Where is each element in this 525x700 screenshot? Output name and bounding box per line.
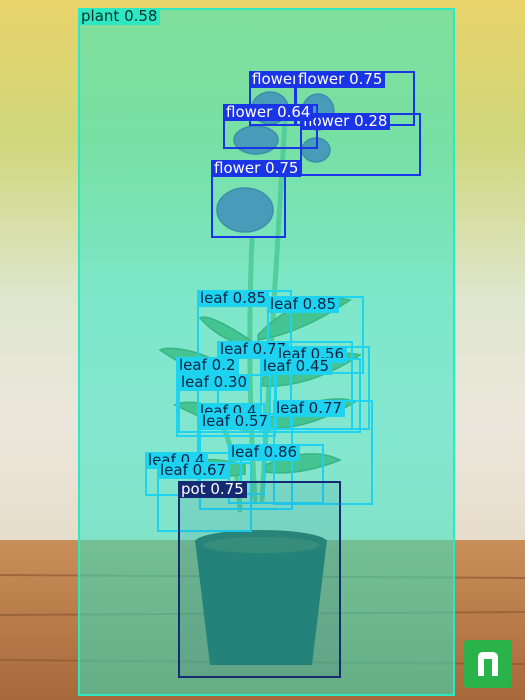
- class-name: leaf: [179, 356, 207, 374]
- leaf-detection-label: leaf 0.30: [178, 373, 251, 391]
- class-name: leaf: [263, 357, 291, 375]
- class-name: leaf: [200, 289, 228, 307]
- confidence-score: 0.64: [277, 103, 311, 121]
- flower-detection-box: flower 0.28: [300, 113, 421, 176]
- flower-detection-box: flower0.75: [211, 160, 302, 238]
- leaf-detection-label: leaf 0.57: [199, 412, 272, 430]
- confidence-score: 0.75: [349, 70, 383, 88]
- class-name: leaf: [160, 461, 188, 479]
- class-name: leaf: [270, 295, 298, 313]
- confidence-score: 0.2: [211, 356, 236, 374]
- pot-detection-box: pot 0.75: [178, 481, 341, 678]
- confidence-score: 0.58: [124, 7, 158, 25]
- leaf-detection-label: leaf 0.45: [260, 357, 333, 375]
- class-name: leaf: [181, 373, 209, 391]
- n-letter-glyph: [478, 652, 498, 676]
- class-name: flower: [214, 159, 261, 177]
- confidence-score: 0.85: [302, 295, 337, 313]
- plant-detection-label: plant 0.58: [78, 7, 161, 25]
- confidence-score: 0.86: [263, 443, 298, 461]
- confidence-score: 0.30: [213, 373, 248, 391]
- leaf-detection-label: leaf 0.2: [176, 357, 239, 374]
- confidence-score: 0.28: [354, 112, 388, 130]
- leaf-detection-label: leaf 0.86: [228, 443, 301, 461]
- flower-detection-label: flower0.75: [211, 159, 302, 177]
- confidence-score: 0.85: [232, 289, 267, 307]
- class-name: flower: [298, 70, 345, 88]
- confidence-score: 0.75: [265, 159, 299, 177]
- confidence-score: 0.77: [308, 399, 343, 417]
- confidence-score: 0.45: [295, 357, 330, 375]
- class-name: flower: [226, 103, 273, 121]
- leaf-detection-label: leaf 0.85: [197, 289, 270, 307]
- leaf-detection-label: leaf 0.85: [267, 295, 340, 313]
- confidence-score: 0.67: [192, 461, 227, 479]
- flower-detection-label: flower 0.64: [223, 103, 314, 121]
- n-logo-icon: [464, 640, 512, 688]
- class-name: leaf: [231, 443, 259, 461]
- class-name: leaf: [202, 412, 230, 430]
- confidence-score: 0.75: [210, 480, 244, 498]
- pot-detection-label: pot 0.75: [178, 481, 247, 498]
- flower-detection-box: flower 0.64: [223, 104, 318, 149]
- class-name: plant: [81, 7, 120, 25]
- leaf-detection-label: leaf 0.67: [157, 461, 230, 479]
- class-name: pot: [181, 480, 206, 498]
- flower-detection-label: flower0.75: [295, 70, 386, 88]
- confidence-score: 0.57: [234, 412, 269, 430]
